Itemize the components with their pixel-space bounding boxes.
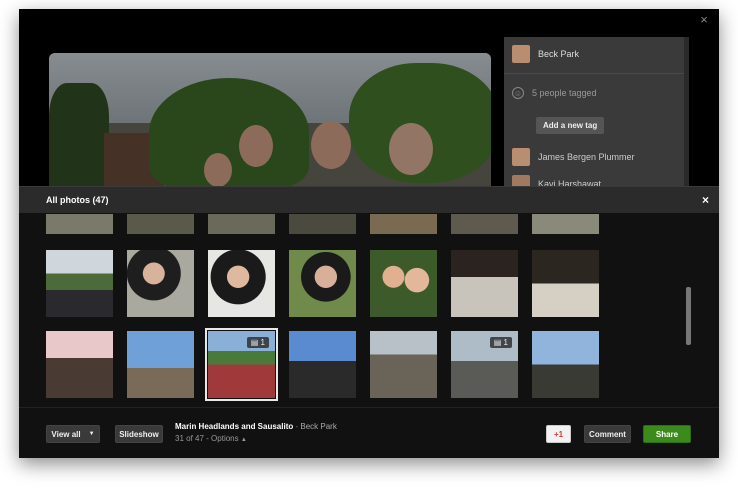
tagged-person-name[interactable]: James Bergen Plummer bbox=[538, 152, 635, 162]
comment-count: 1 bbox=[503, 338, 508, 347]
photo-thumbnail[interactable] bbox=[46, 331, 113, 398]
view-all-dropdown[interactable]: View all ▼ bbox=[46, 425, 100, 443]
tag-panel-scrollbar[interactable] bbox=[684, 37, 689, 195]
owner-avatar[interactable] bbox=[512, 45, 530, 63]
photo-caption: Marin Headlands and Sausalito - Beck Par… bbox=[175, 422, 337, 443]
comment-count: 1 bbox=[260, 338, 265, 347]
photo-lightbox: × Beck Park ☺ 5 people tagged Add a new … bbox=[19, 9, 719, 458]
photo-thumbnail[interactable] bbox=[46, 214, 113, 234]
photo-dim-overlay bbox=[49, 53, 491, 195]
divider bbox=[504, 73, 689, 74]
photo-thumbnail[interactable] bbox=[289, 331, 356, 398]
options-arrow-icon: ▲ bbox=[240, 437, 247, 443]
photo-thumbnail[interactable] bbox=[370, 250, 437, 317]
owner-name[interactable]: Beck Park bbox=[538, 49, 579, 59]
comment-count-badge: ▤ 1 bbox=[246, 337, 269, 348]
plus-one-button[interactable]: +1 bbox=[546, 425, 571, 443]
photo-thumbnail-selected[interactable]: ▤ 1 bbox=[205, 328, 278, 401]
photo-thumbnail[interactable] bbox=[127, 214, 194, 234]
photo-thumbnail[interactable] bbox=[46, 250, 113, 317]
photo-thumbnail[interactable] bbox=[451, 214, 518, 234]
view-all-label: View all bbox=[51, 429, 81, 439]
slideshow-button[interactable]: Slideshow bbox=[115, 425, 163, 443]
photo-thumbnail[interactable]: ▤ 1 bbox=[451, 331, 518, 398]
photo-position: 31 of 47 bbox=[175, 434, 204, 443]
photo-owner[interactable]: Beck Park bbox=[300, 422, 336, 431]
close-lightbox-button[interactable]: × bbox=[697, 13, 711, 27]
share-button[interactable]: Share bbox=[643, 425, 691, 443]
tagged-count[interactable]: 5 people tagged bbox=[532, 88, 597, 98]
photo-thumbnail[interactable] bbox=[532, 250, 599, 317]
comment-count-badge: ▤ 1 bbox=[489, 337, 512, 348]
photo-thumbnail[interactable] bbox=[532, 214, 599, 234]
photo-thumbnail[interactable] bbox=[127, 331, 194, 398]
photo-thumbnail[interactable] bbox=[370, 331, 437, 398]
comment-icon: ▤ bbox=[250, 338, 259, 347]
photo-grid: ▤ 1 ▤ 1 bbox=[19, 214, 719, 407]
photo-title[interactable]: Marin Headlands and Sausalito bbox=[175, 422, 293, 431]
tag-icon: ☺ bbox=[512, 87, 524, 99]
person-avatar bbox=[512, 148, 530, 166]
add-tag-button[interactable]: Add a new tag bbox=[536, 117, 605, 134]
footer-bar: View all ▼ Slideshow Marin Headlands and… bbox=[19, 407, 719, 458]
photo-thumbnail[interactable] bbox=[127, 250, 194, 317]
photo-thumbnail[interactable] bbox=[208, 214, 275, 234]
main-photo[interactable] bbox=[49, 53, 491, 195]
dropdown-arrow-icon: ▼ bbox=[88, 431, 95, 437]
photo-thumbnail[interactable] bbox=[532, 331, 599, 398]
all-photos-bar: All photos (47) × bbox=[19, 186, 719, 214]
tagged-person-row[interactable]: James Bergen Plummer bbox=[512, 148, 635, 166]
photo-thumbnail[interactable] bbox=[289, 250, 356, 317]
tagged-count-row: ☺ 5 people tagged bbox=[512, 87, 597, 99]
close-album-button[interactable]: × bbox=[702, 193, 709, 207]
photo-thumbnail[interactable] bbox=[289, 214, 356, 234]
photo-thumbnail[interactable] bbox=[370, 214, 437, 234]
grid-scrollbar-thumb[interactable] bbox=[686, 287, 691, 345]
options-menu[interactable]: Options bbox=[211, 434, 239, 443]
photo-thumbnail[interactable] bbox=[208, 250, 275, 317]
tag-panel: Beck Park ☺ 5 people tagged Add a new ta… bbox=[504, 37, 689, 195]
all-photos-title: All photos (47) bbox=[46, 195, 109, 205]
photo-owner-row: Beck Park bbox=[512, 45, 579, 63]
photo-thumbnail[interactable] bbox=[451, 250, 518, 317]
comment-button[interactable]: Comment bbox=[584, 425, 631, 443]
comment-icon: ▤ bbox=[493, 338, 502, 347]
